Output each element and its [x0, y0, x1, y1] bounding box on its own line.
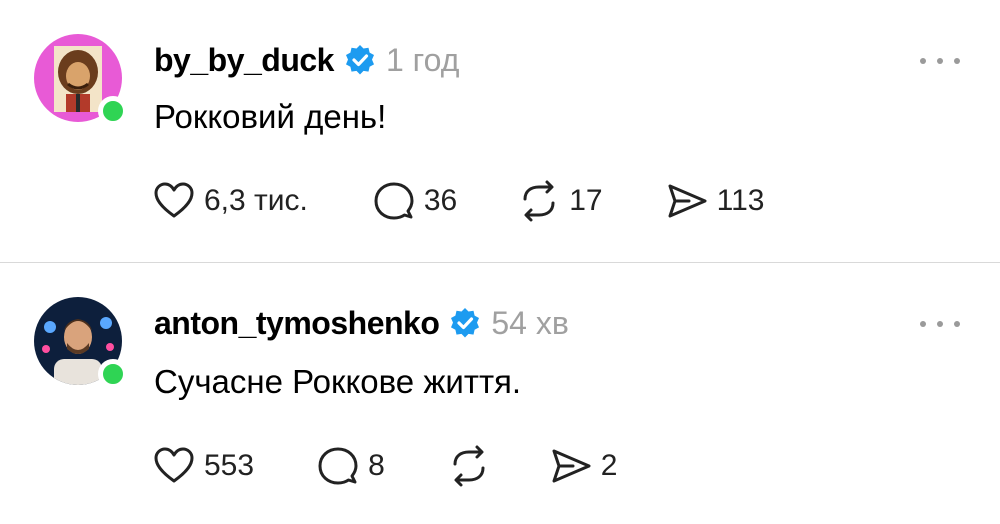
dot-icon: [937, 321, 943, 327]
post-actions: 6,3 тис. 36 17 113: [152, 176, 764, 226]
dot-icon: [954, 321, 960, 327]
online-status-dot: [98, 96, 128, 126]
heart-icon: [154, 447, 194, 483]
verified-badge-icon: [345, 45, 374, 75]
post-time: 1 год: [385, 41, 460, 78]
share-count: 113: [716, 184, 765, 217]
repost-button[interactable]: 17: [517, 176, 603, 226]
dot-icon: [954, 58, 960, 64]
comment-count: 8: [368, 449, 385, 482]
post-header: by_by_duck 1 год: [154, 38, 459, 82]
post-text: Сучасне Роккове життя.: [154, 363, 522, 400]
post-text: Рокковий день!: [154, 98, 387, 135]
like-count: 553: [204, 449, 255, 482]
share-count: 2: [600, 449, 618, 482]
post-time: 54 хв: [491, 304, 569, 341]
comment-button[interactable]: 36: [372, 176, 457, 226]
send-icon: [668, 184, 707, 218]
username[interactable]: by_by_duck: [154, 42, 334, 79]
comment-count: 36: [423, 184, 458, 217]
share-button[interactable]: 113: [665, 176, 765, 226]
dot-icon: [920, 321, 926, 327]
repost-count: 17: [569, 184, 603, 217]
more-options-button[interactable]: [920, 319, 960, 329]
username[interactable]: anton_tymoshenko: [154, 305, 440, 342]
share-button[interactable]: 2: [549, 441, 618, 491]
post: by_by_duck 1 год Рокковий день! 6,3 тис.…: [0, 0, 1000, 262]
dot-icon: [937, 58, 943, 64]
more-options-button[interactable]: [920, 56, 960, 66]
like-button[interactable]: 553: [152, 441, 254, 491]
comment-icon: [318, 447, 358, 485]
post-actions: 553 8 2: [152, 441, 617, 491]
avatar-container[interactable]: [34, 34, 128, 126]
dot-icon: [920, 58, 926, 64]
heart-icon: [154, 182, 194, 218]
comment-button[interactable]: 8: [316, 441, 385, 491]
post-header: anton_tymoshenko 54 хв: [154, 301, 569, 345]
like-button[interactable]: 6,3 тис.: [152, 176, 308, 226]
repost-icon: [453, 445, 485, 487]
online-status-dot: [98, 359, 128, 389]
repost-button[interactable]: [447, 441, 499, 491]
repost-icon: [523, 180, 555, 222]
like-count: 6,3 тис.: [204, 184, 308, 217]
avatar-container[interactable]: [34, 297, 128, 389]
post: anton_tymoshenko 54 хв Сучасне Роккове ж…: [0, 263, 1000, 524]
verified-badge-icon: [451, 308, 480, 338]
send-icon: [552, 449, 591, 483]
comment-icon: [374, 182, 414, 220]
